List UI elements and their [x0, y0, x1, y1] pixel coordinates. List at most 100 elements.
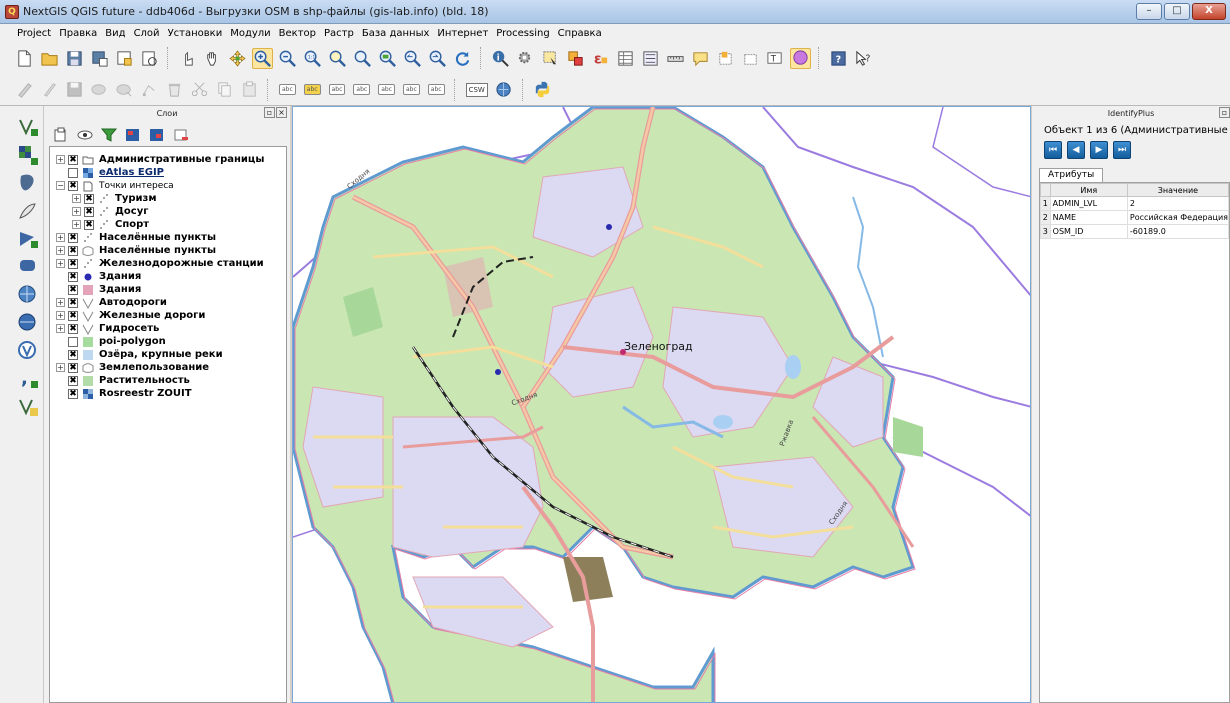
manage-visibility-icon[interactable]: [76, 126, 94, 144]
expand-toggle-icon[interactable]: +: [72, 194, 81, 203]
save-as-icon[interactable]: [89, 48, 110, 69]
action-gear-icon[interactable]: [515, 48, 536, 69]
layer-row[interactable]: + ✖ Автодороги: [56, 296, 167, 309]
layer-visibility-checkbox[interactable]: ✖: [68, 180, 78, 191]
bookmark-icon[interactable]: [715, 48, 736, 69]
menu-processing[interactable]: Processing: [492, 28, 553, 39]
map-canvas[interactable]: Зеленоград Сходня Сходня Сходня Ржавка: [292, 106, 1031, 703]
column-header-value[interactable]: Значение: [1126, 183, 1230, 197]
first-feature-icon[interactable]: ⏮: [1044, 141, 1062, 159]
layer-row[interactable]: − ✖ Точки интереса: [56, 179, 174, 192]
refresh-icon[interactable]: [452, 48, 473, 69]
expand-all-icon[interactable]: [124, 126, 142, 144]
expression-select-icon[interactable]: ε: [590, 48, 611, 69]
layer-visibility-checkbox[interactable]: ✖: [68, 297, 78, 308]
current-edits-icon[interactable]: [14, 79, 35, 100]
zoom-native-icon[interactable]: 1:1: [302, 48, 323, 69]
layer-visibility-checkbox[interactable]: ✖: [84, 193, 94, 204]
menu-database[interactable]: База данных: [358, 28, 434, 39]
layer-row[interactable]: ✖ Озёра, крупные реки: [56, 348, 223, 361]
map-tips-icon[interactable]: [690, 48, 711, 69]
field-calculator-icon[interactable]: [640, 48, 661, 69]
expand-toggle-icon[interactable]: +: [56, 155, 65, 164]
zoom-full-icon[interactable]: [327, 48, 348, 69]
tips-bubble-icon[interactable]: [790, 47, 811, 69]
layer-visibility-checkbox[interactable]: ✖: [68, 258, 78, 269]
layer-visibility-checkbox[interactable]: [68, 336, 78, 347]
layer-visibility-checkbox[interactable]: ✖: [68, 375, 78, 386]
menu-web[interactable]: Интернет: [433, 28, 492, 39]
filter-legend-icon[interactable]: [100, 126, 118, 144]
zoom-next-icon[interactable]: [427, 48, 448, 69]
expand-toggle-icon[interactable]: −: [56, 181, 65, 190]
layer-visibility-checkbox[interactable]: ✖: [68, 323, 78, 334]
layer-visibility-checkbox[interactable]: ✖: [68, 349, 78, 360]
add-delimited-text-icon[interactable]: ,: [17, 368, 39, 390]
layer-row[interactable]: + ✖ Населённые пункты: [56, 231, 216, 244]
menu-project[interactable]: Project: [13, 28, 55, 39]
copy-features-icon[interactable]: [214, 79, 235, 100]
add-feature-icon[interactable]: [89, 79, 110, 100]
save-project-icon[interactable]: [64, 48, 85, 69]
touch-tool-icon[interactable]: [177, 48, 198, 69]
help-icon[interactable]: ?: [828, 48, 849, 69]
new-project-icon[interactable]: [14, 48, 35, 69]
add-wfs-layer-icon[interactable]: [17, 340, 39, 362]
float-panel-button[interactable]: ▫: [1219, 107, 1230, 118]
zoom-to-selection-icon[interactable]: [352, 48, 373, 69]
expand-toggle-icon[interactable]: +: [56, 233, 65, 242]
expand-toggle-icon[interactable]: +: [56, 363, 65, 372]
toggle-editing-icon[interactable]: [39, 79, 60, 100]
attribute-table-icon[interactable]: [615, 48, 636, 69]
zoom-in-icon[interactable]: [252, 47, 273, 69]
menu-plugins[interactable]: Модули: [226, 28, 274, 39]
menu-settings[interactable]: Установки: [164, 28, 227, 39]
expand-toggle-icon[interactable]: +: [56, 259, 65, 268]
composer-manager-icon[interactable]: [139, 48, 160, 69]
collapse-all-icon[interactable]: [148, 126, 166, 144]
label-highlight-icon[interactable]: abc: [302, 79, 323, 100]
save-edits-icon[interactable]: [64, 79, 85, 100]
layer-row[interactable]: + ✖ Населённые пункты: [56, 244, 216, 257]
open-project-icon[interactable]: [39, 48, 60, 69]
text-annotation-icon[interactable]: T: [765, 48, 786, 69]
menu-view[interactable]: Вид: [101, 28, 129, 39]
layer-visibility-checkbox[interactable]: ✖: [68, 284, 78, 295]
tab-attributes[interactable]: Атрибуты: [1039, 168, 1104, 182]
label-show-hide-icon[interactable]: abc: [351, 79, 372, 100]
menu-help[interactable]: Справка: [554, 28, 606, 39]
add-spatialite-layer-icon[interactable]: [17, 200, 39, 222]
layer-row[interactable]: eAtlas EGIP: [56, 166, 164, 179]
zoom-out-icon[interactable]: [277, 48, 298, 69]
whats-this-icon[interactable]: ?: [853, 48, 874, 69]
float-panel-button[interactable]: ▫: [264, 107, 275, 118]
table-row[interactable]: 3 OSM_ID -60189.0: [1040, 224, 1230, 239]
layer-visibility-checkbox[interactable]: ✖: [68, 154, 78, 165]
add-mssql-layer-icon[interactable]: [17, 228, 39, 250]
layer-row[interactable]: ✖ Здания: [56, 283, 141, 296]
layer-visibility-checkbox[interactable]: ✖: [68, 232, 78, 243]
maximize-button[interactable]: □: [1164, 3, 1190, 20]
menu-layer[interactable]: Слой: [130, 28, 164, 39]
add-raster-layer-icon[interactable]: [17, 144, 39, 166]
add-wcs-layer-icon[interactable]: [17, 312, 39, 334]
move-feature-icon[interactable]: [114, 79, 135, 100]
pan-hand-icon[interactable]: [202, 48, 223, 69]
show-bookmarks-icon[interactable]: [740, 48, 761, 69]
menu-raster[interactable]: Растр: [320, 28, 358, 39]
next-feature-icon[interactable]: ▶: [1090, 141, 1108, 159]
table-row[interactable]: 2 NAME Российская Федерация: [1040, 210, 1230, 225]
layer-visibility-checkbox[interactable]: ✖: [68, 362, 78, 373]
layer-row[interactable]: + ✖ Железные дороги: [56, 309, 205, 322]
expand-toggle-icon[interactable]: +: [56, 298, 65, 307]
add-postgis-layer-icon[interactable]: [17, 172, 39, 194]
layer-row[interactable]: + ✖ Спорт: [72, 218, 149, 231]
label-pin-icon[interactable]: abc: [327, 79, 348, 100]
label-change-icon[interactable]: abc: [426, 79, 447, 100]
add-wms-layer-icon[interactable]: [17, 284, 39, 306]
layer-visibility-checkbox[interactable]: ✖: [68, 245, 78, 256]
new-print-composer-icon[interactable]: [114, 48, 135, 69]
delete-selected-icon[interactable]: [164, 79, 185, 100]
expand-toggle-icon[interactable]: +: [72, 220, 81, 229]
deselect-icon[interactable]: [565, 48, 586, 69]
